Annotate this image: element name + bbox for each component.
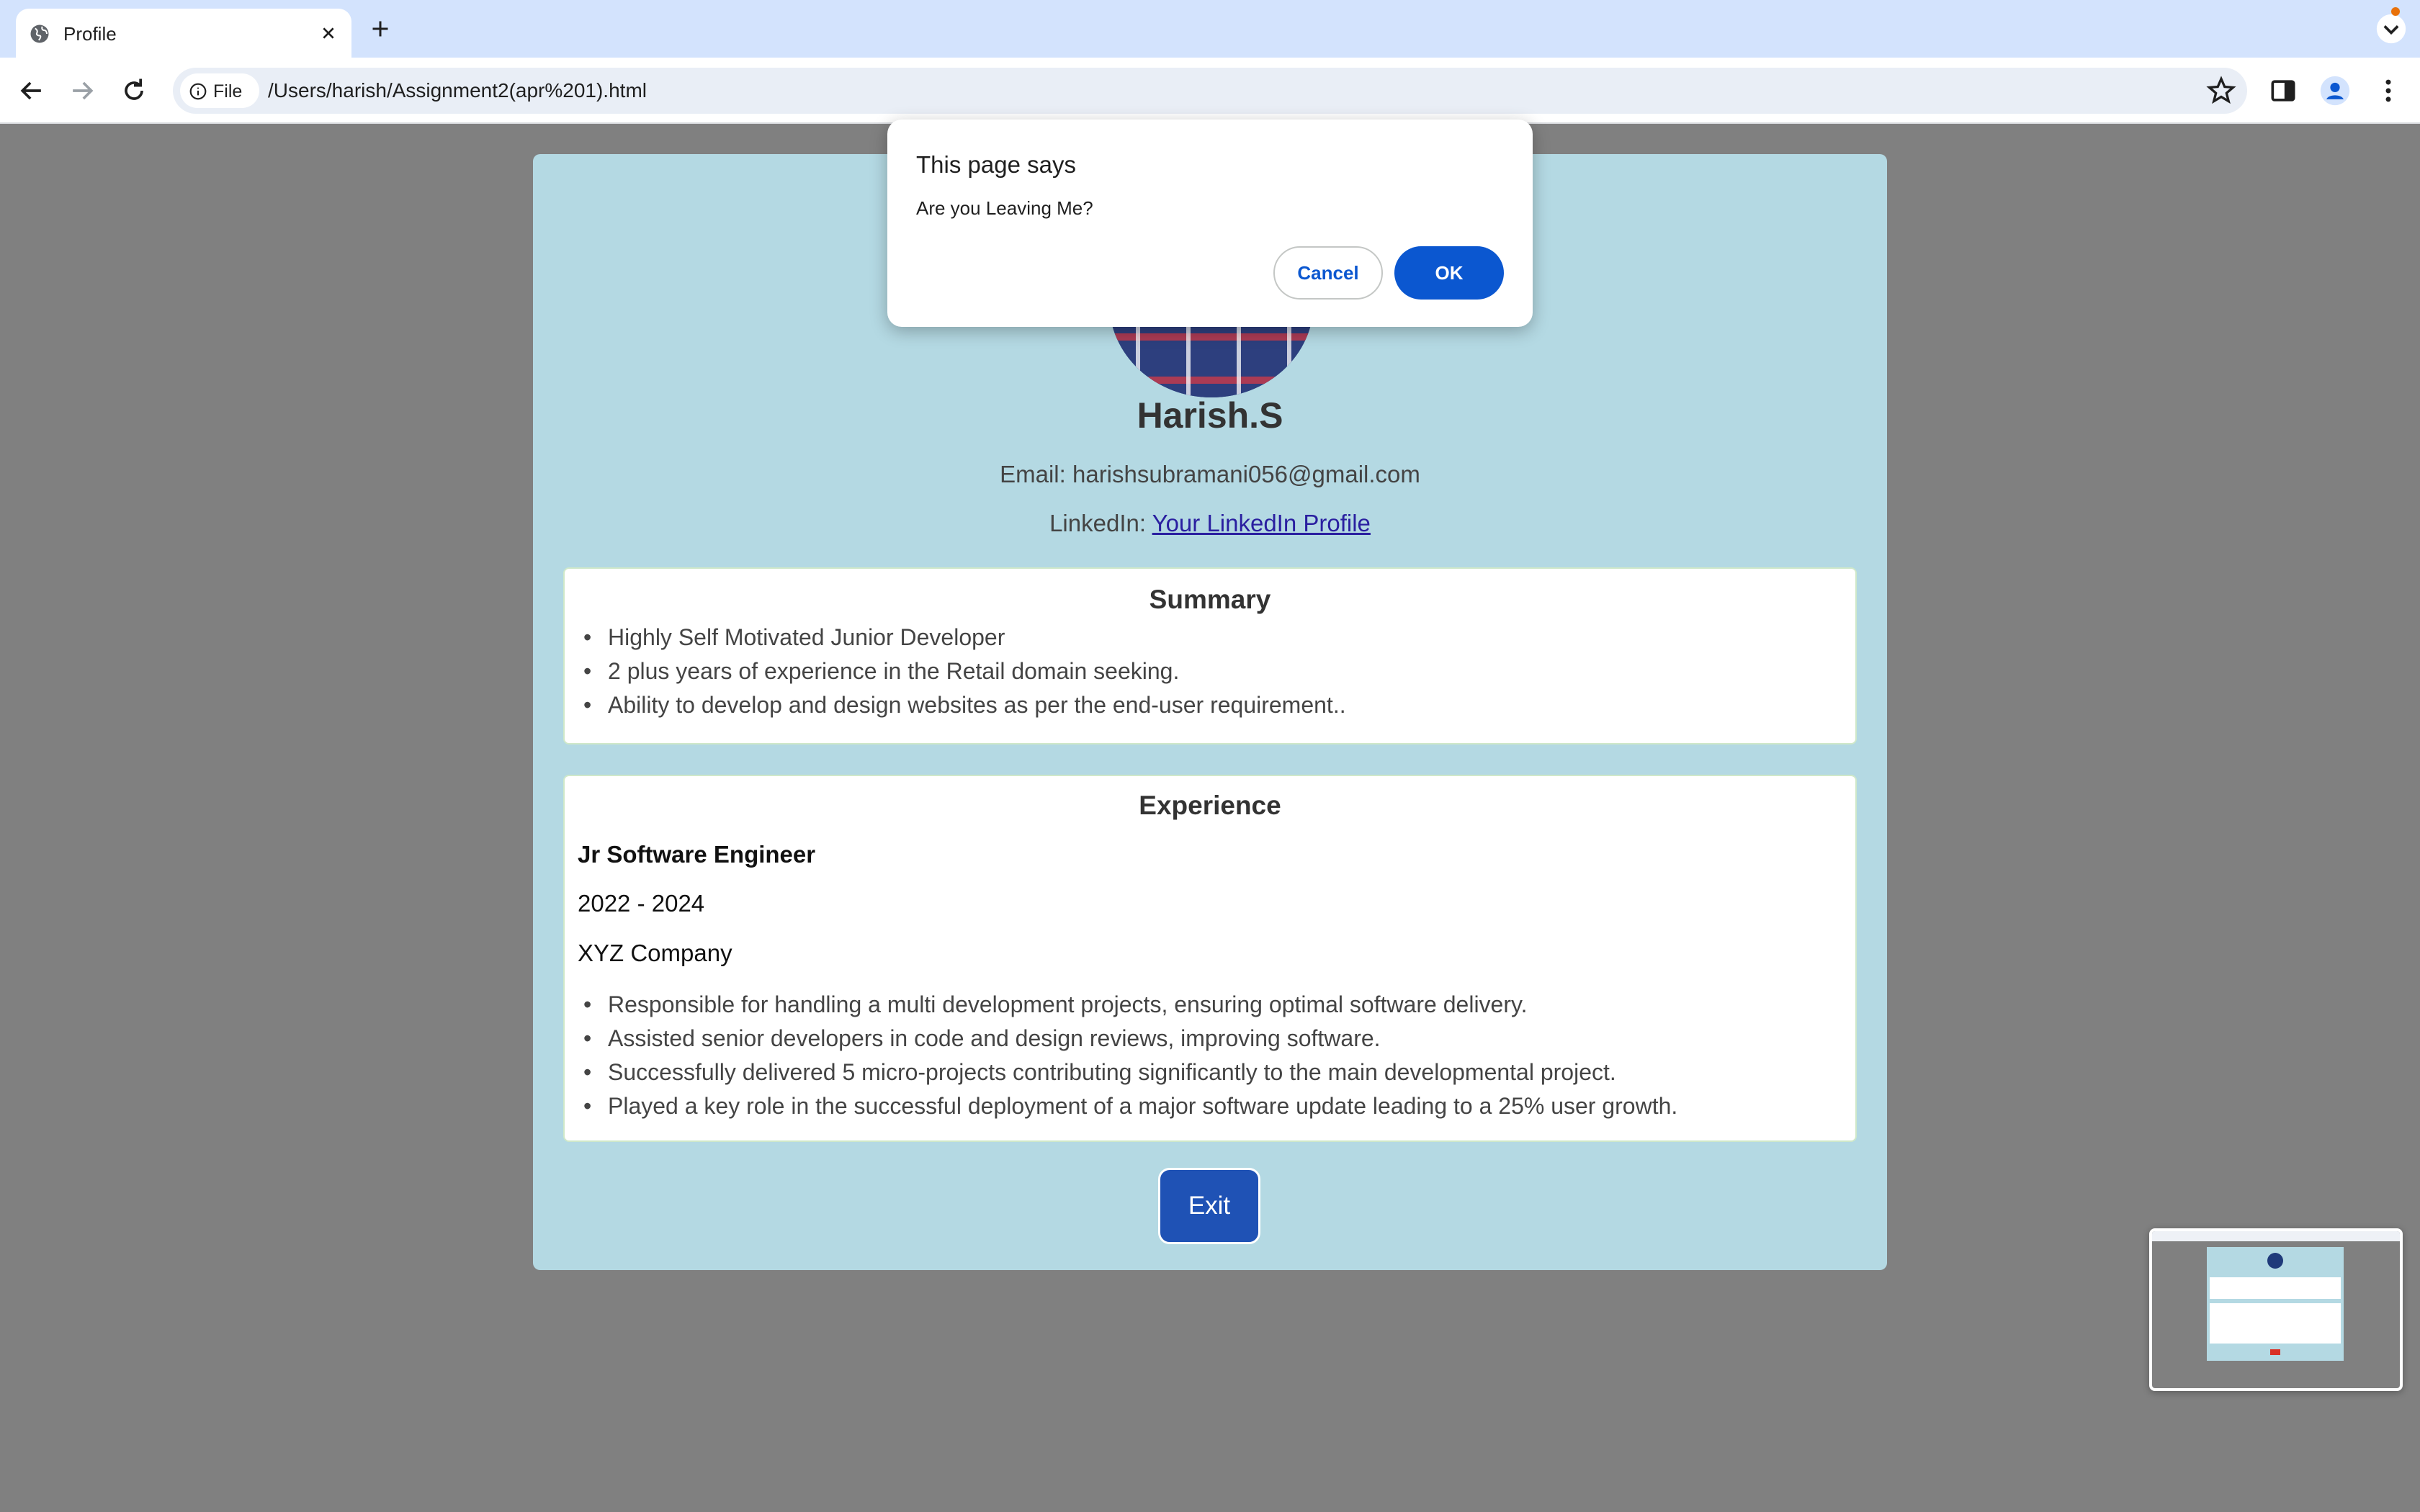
thumbnail-toolbar	[2152, 1231, 2400, 1241]
profile-avatar-icon[interactable]	[2319, 75, 2351, 107]
notification-dot	[2391, 7, 2400, 16]
experience-heading: Experience	[1139, 791, 1281, 820]
linkedin-profile-link[interactable]: Your LinkedIn Profile	[1152, 510, 1371, 536]
dialog-message: Are you Leaving Me?	[916, 197, 1093, 219]
more-menu-icon[interactable]	[2372, 75, 2404, 107]
thumbnail-experience	[2210, 1303, 2341, 1344]
experience-list: Responsible for handling a multi develop…	[575, 988, 1677, 1123]
list-item: Assisted senior developers in code and d…	[575, 1022, 1677, 1056]
new-tab-icon[interactable]	[367, 16, 393, 42]
screenshot-thumbnail[interactable]	[2149, 1228, 2403, 1391]
thumbnail-summary	[2210, 1277, 2341, 1299]
linkedin-label: LinkedIn:	[1049, 510, 1152, 536]
dialog-title: This page says	[916, 151, 1076, 178]
exit-button[interactable]: Exit	[1158, 1168, 1260, 1244]
job-company: XYZ Company	[578, 940, 732, 966]
email-label: Email:	[1000, 461, 1072, 487]
forward-arrow-icon[interactable]	[66, 75, 98, 107]
job-years: 2022 - 2024	[578, 890, 705, 917]
tab-strip: Profile	[0, 0, 2420, 58]
list-item: 2 plus years of experience in the Retail…	[575, 654, 1346, 688]
linkedin-line: LinkedIn: Your LinkedIn Profile	[533, 510, 1887, 537]
cancel-button[interactable]: Cancel	[1273, 246, 1383, 300]
browser-toolbar: File /Users/harish/Assignment2(apr%201).…	[0, 58, 2420, 124]
tab-title: Profile	[63, 23, 117, 45]
chevron-down-icon[interactable]	[2375, 13, 2407, 45]
back-arrow-icon[interactable]	[16, 75, 48, 107]
summary-section: Summary Highly Self Motivated Junior Dev…	[563, 567, 1857, 744]
summary-heading: Summary	[1149, 585, 1271, 614]
profile-name: Harish.S	[1137, 395, 1283, 436]
address-bar[interactable]: File /Users/harish/Assignment2(apr%201).…	[173, 68, 2247, 114]
ok-button[interactable]: OK	[1394, 246, 1504, 300]
alert-dialog: This page says Are you Leaving Me? Cance…	[887, 120, 1533, 327]
url-text[interactable]: /Users/harish/Assignment2(apr%201).html	[268, 79, 647, 102]
thumbnail-preview	[2152, 1231, 2400, 1388]
thumbnail-exit	[2270, 1349, 2280, 1355]
list-item: Played a key role in the successful depl…	[575, 1089, 1677, 1123]
thumbnail-avatar	[2267, 1253, 2283, 1269]
tab-profile[interactable]: Profile	[16, 9, 351, 58]
experience-section: Experience Jr Software Engineer 2022 - 2…	[563, 775, 1857, 1142]
list-item: Ability to develop and design websites a…	[575, 688, 1346, 722]
email-line: Email: harishsubramani056@gmail.com	[533, 461, 1887, 488]
bookmark-star-icon[interactable]	[2205, 75, 2237, 107]
close-icon[interactable]	[317, 22, 340, 45]
job-title: Jr Software Engineer	[578, 841, 816, 868]
list-item: Highly Self Motivated Junior Developer	[575, 621, 1346, 654]
reload-icon[interactable]	[118, 75, 150, 107]
site-chip-label: File	[213, 81, 243, 102]
list-item: Responsible for handling a multi develop…	[575, 988, 1677, 1022]
site-info-chip[interactable]: File	[180, 73, 259, 108]
globe-icon	[30, 24, 49, 43]
list-item: Successfully delivered 5 micro-projects …	[575, 1056, 1677, 1089]
email-address: harishsubramani056@gmail.com	[1072, 461, 1420, 487]
side-panel-icon[interactable]	[2267, 75, 2299, 107]
info-icon	[189, 83, 207, 100]
summary-list: Highly Self Motivated Junior Developer 2…	[575, 621, 1346, 722]
